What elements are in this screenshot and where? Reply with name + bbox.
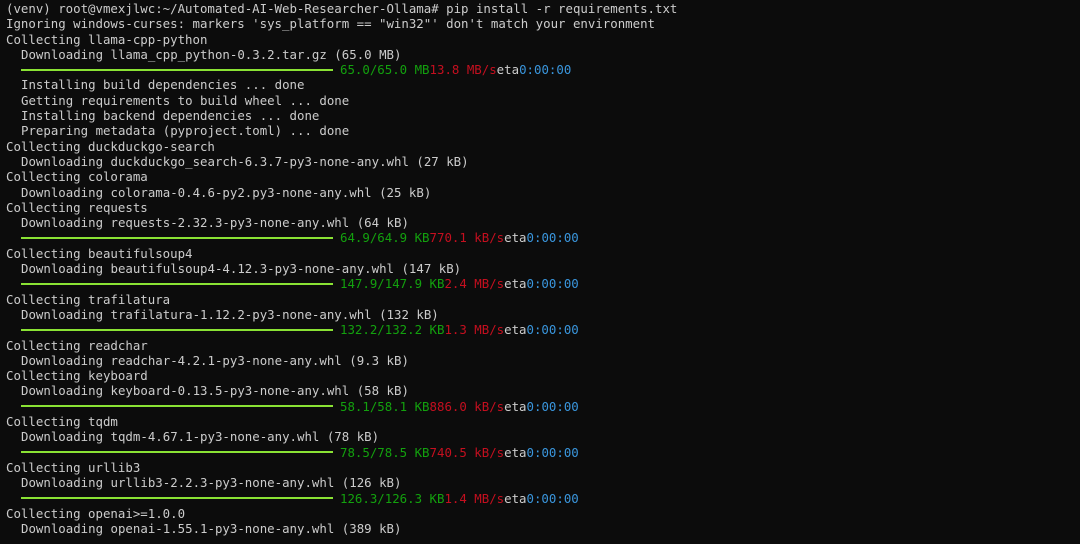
progress-bar bbox=[21, 328, 333, 331]
download-speed: 13.8 MB/s bbox=[429, 62, 497, 78]
download-size: 147.9/147.9 KB bbox=[340, 276, 445, 292]
eta-label: eta bbox=[504, 398, 527, 414]
download-size: 132.2/132.2 KB bbox=[340, 322, 445, 338]
output-line: Downloading requests-2.32.3-py3-none-any… bbox=[21, 215, 409, 231]
eta-label: eta bbox=[504, 276, 527, 292]
output-line: Downloading keyboard-0.13.5-py3-none-any… bbox=[21, 383, 409, 399]
output-line: Downloading readchar-4.2.1-py3-none-any.… bbox=[21, 352, 409, 368]
output-line: Collecting beautifulsoup4 bbox=[6, 245, 193, 261]
download-size: 126.3/126.3 KB bbox=[340, 490, 445, 506]
eta-value: 0:00:00 bbox=[526, 322, 579, 338]
progress-row: 65.0/65.0 MB 13.8 MB/s eta 0:00:00 bbox=[6, 62, 1080, 77]
download-speed: 2.4 MB/s bbox=[444, 276, 505, 292]
progress-row: 58.1/58.1 KB 886.0 kB/s eta 0:00:00 bbox=[6, 399, 1080, 414]
progress-row: 78.5/78.5 KB 740.5 kB/s eta 0:00:00 bbox=[6, 445, 1080, 460]
output-line: Downloading beautifulsoup4-4.12.3-py3-no… bbox=[21, 261, 462, 277]
download-speed: 1.4 MB/s bbox=[444, 490, 505, 506]
download-size: 58.1/58.1 KB bbox=[340, 398, 430, 414]
output-line: Installing backend dependencies ... done bbox=[21, 108, 320, 124]
eta-label: eta bbox=[504, 490, 527, 506]
progress-bar bbox=[21, 282, 333, 285]
progress-bar bbox=[21, 237, 333, 240]
download-speed: 886.0 kB/s bbox=[429, 398, 505, 414]
download-speed: 1.3 MB/s bbox=[444, 322, 505, 338]
output-line: Collecting llama-cpp-python bbox=[6, 31, 208, 47]
output-line: Preparing metadata (pyproject.toml) ... … bbox=[21, 123, 350, 139]
output-line: Getting requirements to build wheel ... … bbox=[21, 92, 350, 108]
output-line: Downloading openai-1.55.1-py3-none-any.w… bbox=[21, 521, 402, 537]
output-line: Collecting colorama bbox=[6, 169, 148, 185]
eta-label: eta bbox=[496, 62, 520, 78]
output-line: Downloading duckduckgo_search-6.3.7-py3-… bbox=[21, 153, 469, 169]
command-line: (venv) root@vmexjlwc:~/Automated-AI-Web-… bbox=[6, 1, 678, 16]
output-line: Collecting urllib3 bbox=[6, 459, 141, 475]
output-line: Downloading tqdm-4.67.1-py3-none-any.whl… bbox=[21, 429, 380, 445]
output-line: Collecting keyboard bbox=[6, 368, 148, 384]
progress-bar bbox=[21, 497, 333, 500]
download-size: 78.5/78.5 KB bbox=[340, 444, 430, 460]
terminal-window[interactable]: (venv) root@vmexjlwc:~/Automated-AI-Web-… bbox=[0, 0, 1080, 544]
download-size: 64.9/64.9 KB bbox=[340, 230, 430, 246]
eta-value: 0:00:00 bbox=[526, 276, 579, 292]
progress-row: 64.9/64.9 KB 770.1 kB/s eta 0:00:00 bbox=[6, 230, 1080, 245]
eta-value: 0:00:00 bbox=[526, 230, 579, 246]
output-line: Downloading llama_cpp_python-0.3.2.tar.g… bbox=[21, 46, 402, 62]
eta-value: 0:00:00 bbox=[526, 398, 579, 414]
output-line: Collecting requests bbox=[6, 199, 148, 215]
download-speed: 770.1 kB/s bbox=[429, 230, 505, 246]
progress-bar bbox=[21, 451, 333, 454]
eta-value: 0:00:00 bbox=[526, 490, 579, 506]
output-line: Collecting openai>=1.0.0 bbox=[6, 505, 186, 521]
progress-bar bbox=[21, 68, 333, 71]
progress-row: 132.2/132.2 KB 1.3 MB/s eta 0:00:00 bbox=[6, 322, 1080, 337]
output-line: Collecting trafilatura bbox=[6, 291, 171, 307]
download-speed: 740.5 kB/s bbox=[429, 444, 505, 460]
eta-label: eta bbox=[504, 444, 527, 460]
output-line: Downloading urllib3-2.2.3-py3-none-any.w… bbox=[21, 475, 402, 491]
output-line: Collecting tqdm bbox=[6, 414, 118, 430]
eta-label: eta bbox=[504, 322, 527, 338]
eta-value: 0:00:00 bbox=[526, 444, 579, 460]
output-line: Ignoring windows-curses: markers 'sys_pl… bbox=[6, 16, 656, 32]
output-line: Downloading trafilatura-1.12.2-py3-none-… bbox=[21, 306, 439, 322]
progress-row: 147.9/147.9 KB 2.4 MB/s eta 0:00:00 bbox=[6, 276, 1080, 291]
progress-bar bbox=[21, 405, 333, 408]
eta-value: 0:00:00 bbox=[519, 62, 572, 78]
output-line: Installing build dependencies ... done bbox=[21, 77, 305, 93]
download-size: 65.0/65.0 MB bbox=[340, 62, 430, 78]
output-line: Downloading colorama-0.4.6-py2.py3-none-… bbox=[21, 184, 432, 200]
eta-label: eta bbox=[504, 230, 527, 246]
output-line: Collecting readchar bbox=[6, 337, 148, 353]
progress-row: 126.3/126.3 KB 1.4 MB/s eta 0:00:00 bbox=[6, 491, 1080, 506]
output-line: Collecting duckduckgo-search bbox=[6, 138, 215, 154]
